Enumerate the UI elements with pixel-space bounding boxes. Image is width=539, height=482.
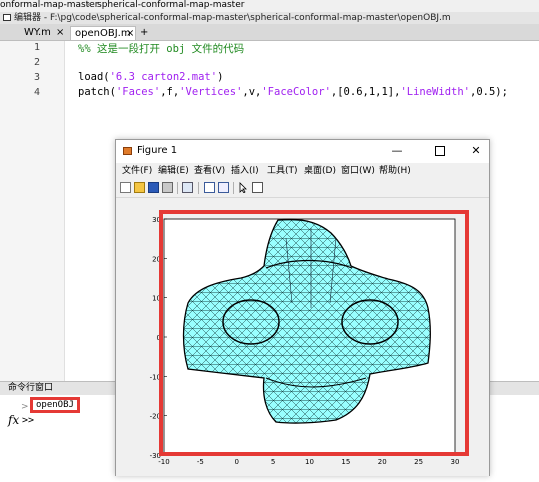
matlab-figure-icon: [123, 147, 132, 155]
tab-wy-m[interactable]: WY.m ×: [12, 26, 68, 40]
y-tick-label: 0: [157, 334, 161, 342]
new-figure-icon[interactable]: [120, 182, 131, 193]
menu-help[interactable]: 帮助(H): [379, 163, 411, 179]
maximize-button[interactable]: [429, 142, 451, 160]
line-number: 1: [33, 42, 40, 53]
tab-openobj-m[interactable]: openOBJ.m ×: [70, 26, 136, 40]
editor-tabs: WY.m × openOBJ.m × +: [0, 24, 539, 41]
code-string: 'Vertices': [179, 86, 243, 98]
figure-title-bar[interactable]: Figure 1 — ✕: [116, 140, 489, 163]
tab-label: openOBJ.m: [75, 28, 131, 39]
code-line-comment: %% 这是一段打开 obj 文件的代码: [78, 43, 245, 55]
code-string: 'Faces': [115, 86, 161, 98]
menu-window[interactable]: 窗口(W): [341, 163, 375, 179]
menu-tools[interactable]: 工具(T): [267, 163, 298, 179]
tab-close-icon[interactable]: ×: [56, 26, 64, 40]
x-tick-label: 15: [341, 458, 350, 466]
breadcrumb-separator: »: [86, 0, 92, 10]
save-icon[interactable]: [148, 182, 159, 193]
code-token: ,[0.6,1,1],: [330, 86, 401, 98]
x-tick-label: 5: [271, 458, 275, 466]
figure-window[interactable]: Figure 1 — ✕ 文件(F) 编辑(E) 查看(V) 插入(I) 工具(…: [115, 139, 490, 476]
figure-title: Figure 1: [137, 145, 178, 156]
y-tick-label: 20: [152, 255, 161, 263]
history-expand-icon[interactable]: >: [21, 402, 29, 412]
line-number: 4: [33, 87, 40, 98]
insert-legend-icon[interactable]: [218, 182, 229, 193]
code-token: ,f,: [160, 86, 180, 98]
breadcrumb-item-folder[interactable]: spherical-conformal-map-master: [97, 0, 244, 11]
minimize-button[interactable]: —: [386, 142, 408, 160]
code-token: ): [217, 71, 224, 83]
editor-icon: [3, 14, 11, 21]
code-string: 'FaceColor': [261, 86, 331, 98]
line-number-gutter: 1 2 3 4: [0, 41, 65, 381]
x-tick-label: 30: [451, 458, 460, 466]
figure-canvas[interactable]: -10 -5 0 5 10 15 20 25 30 30 20 10 0 -10 -20 -30: [116, 198, 489, 476]
code-token: ,0.5);: [470, 86, 508, 98]
code-token: patch(: [78, 86, 116, 98]
print-icon[interactable]: [162, 182, 173, 193]
editor-title: 编辑器 - F:\pg\code\spherical-conformal-map…: [14, 13, 451, 23]
code-token: load(: [78, 71, 110, 83]
menu-desktop[interactable]: 桌面(D): [304, 163, 336, 179]
figure-toolbar: [116, 179, 489, 198]
breadcrumb-item-root[interactable]: onformal-map-master: [0, 0, 98, 11]
menu-edit[interactable]: 编辑(E): [158, 163, 189, 179]
code-string: '6.3 carton2.mat': [109, 71, 218, 83]
command-window-title-label: 命令行窗口: [8, 383, 54, 393]
new-tab-button[interactable]: +: [140, 26, 148, 40]
y-tick-label: 10: [152, 295, 161, 303]
x-tick-label: -5: [197, 458, 204, 466]
y-tick-label: -20: [150, 413, 161, 421]
y-tick-label: -30: [150, 452, 161, 460]
menu-insert[interactable]: 插入(I): [231, 163, 259, 179]
menu-file[interactable]: 文件(F): [122, 163, 152, 179]
code-line-load: load('6.3 carton2.mat'): [78, 71, 223, 83]
maximize-icon: [435, 146, 445, 156]
line-number: 3: [33, 72, 40, 83]
toolbar-separator: [177, 182, 178, 194]
editor-title-bar: 编辑器 - F:\pg\code\spherical-conformal-map…: [0, 12, 539, 24]
tab-label: WY.m: [24, 27, 51, 38]
plot-svg[interactable]: -10 -5 0 5 10 15 20 25 303020100-10-20-30: [116, 198, 489, 476]
y-tick-label: -10: [150, 373, 161, 381]
x-tick-label: 25: [414, 458, 423, 466]
property-inspector-icon[interactable]: [252, 182, 263, 193]
breadcrumb: onformal-map-master » spherical-conforma…: [0, 0, 539, 12]
function-browser-icon[interactable]: fx: [8, 413, 19, 427]
close-button[interactable]: ✕: [465, 142, 487, 160]
insert-colorbar-icon[interactable]: [204, 182, 215, 193]
x-tick-label: 0: [235, 458, 239, 466]
command-prompt[interactable]: >>: [22, 415, 34, 426]
link-plot-icon[interactable]: [182, 182, 193, 193]
menu-view[interactable]: 查看(V): [194, 163, 225, 179]
line-number: 2: [33, 57, 40, 68]
x-tick-label: 10: [305, 458, 314, 466]
command-history-entry[interactable]: openOBJ: [30, 397, 80, 413]
figure-menu-bar: 文件(F) 编辑(E) 查看(V) 插入(I) 工具(T) 桌面(D) 窗口(W…: [116, 163, 489, 179]
toolbar-separator: [233, 182, 234, 194]
code-token: ,v,: [242, 86, 262, 98]
code-line-patch: patch('Faces',f,'Vertices',v,'FaceColor'…: [78, 86, 508, 98]
edit-plot-icon[interactable]: [238, 182, 249, 194]
toolbar-separator: [198, 182, 199, 194]
y-tick-label: 30: [152, 216, 161, 224]
code-string: 'LineWidth': [400, 86, 470, 98]
open-file-icon[interactable]: [134, 182, 145, 193]
tab-close-icon[interactable]: ×: [126, 27, 134, 41]
x-tick-label: 20: [378, 458, 387, 466]
